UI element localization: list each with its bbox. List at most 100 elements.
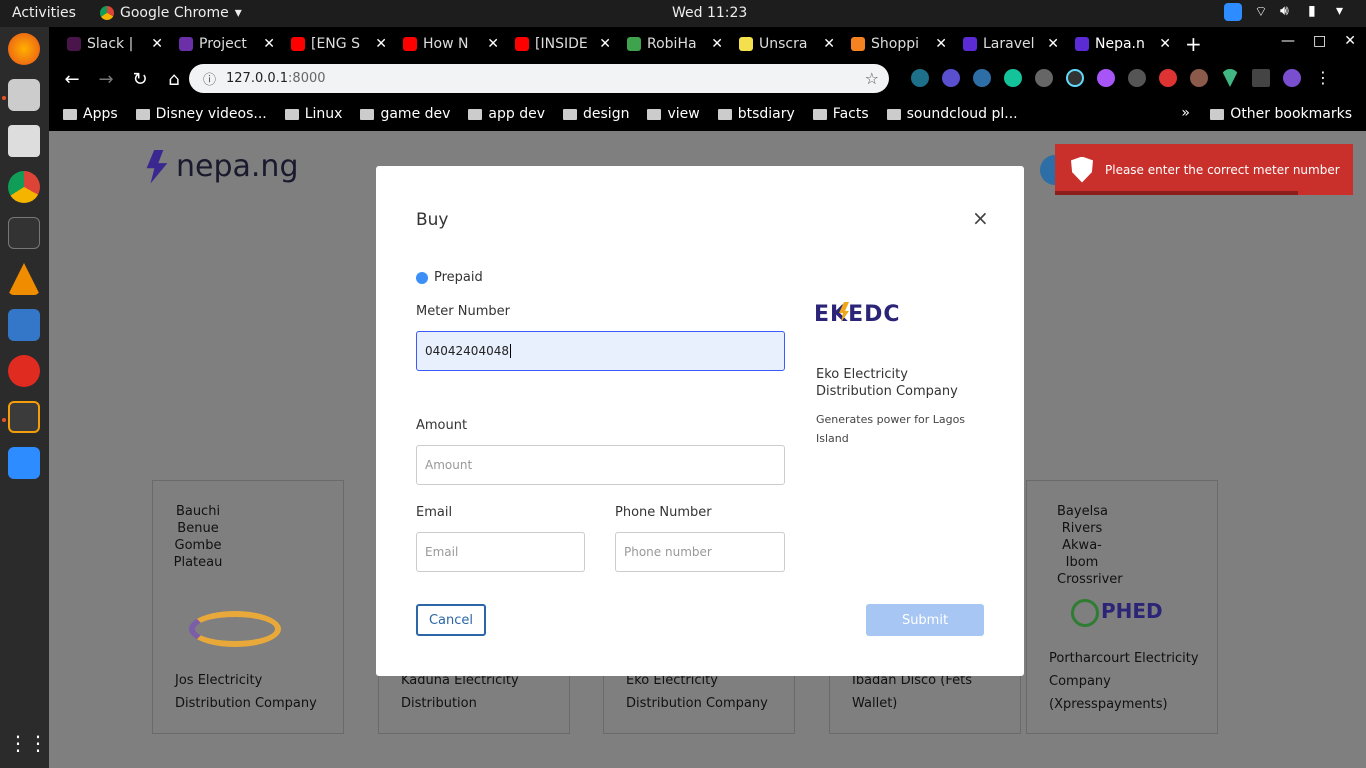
terminal-icon[interactable]	[8, 217, 40, 249]
show-apps-icon[interactable]: ⋮⋮⋮	[8, 727, 68, 759]
volume-icon[interactable]: 🔊︎	[1280, 3, 1298, 21]
chevron-down-icon[interactable]: ▾	[1336, 3, 1354, 21]
back-icon[interactable]: ←	[55, 69, 89, 90]
new-tab-icon[interactable]: +	[1185, 32, 1202, 56]
minimize-icon[interactable]: —	[1281, 33, 1295, 49]
reload-icon[interactable]: ↻	[123, 69, 157, 90]
bookmark-label: design	[583, 106, 630, 122]
state-name: Plateau	[173, 555, 223, 570]
bookmark-star-icon[interactable]: ☆	[865, 69, 879, 88]
extension-icon[interactable]	[942, 69, 960, 87]
phone-number-input[interactable]: Phone number	[615, 532, 785, 572]
tab-close-icon[interactable]: ✕	[1047, 36, 1059, 52]
tab-close-icon[interactable]: ✕	[823, 36, 835, 52]
close-icon[interactable]: ×	[972, 206, 989, 230]
amount-input[interactable]: Amount	[416, 445, 785, 485]
tab-5[interactable]: RobiHa ✕	[621, 29, 733, 59]
tab-close-icon[interactable]: ✕	[375, 36, 387, 52]
more-icon[interactable]: ⋮	[1314, 69, 1332, 87]
cancel-button[interactable]: Cancel	[416, 604, 486, 636]
submit-button[interactable]: Submit	[866, 604, 984, 636]
wifi-icon[interactable]: ⌔	[1252, 3, 1270, 21]
tab-7[interactable]: Shoppi ✕	[845, 29, 957, 59]
extensions: ⋮	[911, 69, 1332, 87]
tab-close-icon[interactable]: ✕	[151, 36, 163, 52]
clock[interactable]: Wed 11:23	[672, 5, 747, 21]
bookmark-item[interactable]: view	[647, 106, 700, 122]
extension-icon[interactable]	[1035, 69, 1053, 87]
files-icon[interactable]	[8, 79, 40, 111]
extension-icon[interactable]	[1190, 69, 1208, 87]
close-window-icon[interactable]: ✕	[1344, 33, 1356, 49]
bookmark-item[interactable]: soundcloud pl...	[886, 106, 1018, 122]
tab-close-icon[interactable]: ✕	[487, 36, 499, 52]
tab-close-icon[interactable]: ✕	[935, 36, 947, 52]
phed-emblem-icon	[1071, 599, 1099, 627]
tab-0[interactable]: Slack | ✕	[61, 29, 173, 59]
zoom-icon[interactable]	[1224, 3, 1242, 21]
sublime-icon[interactable]	[8, 401, 40, 433]
tab-1[interactable]: Project ✕	[173, 29, 285, 59]
bookmarks-overflow-icon[interactable]: »	[1181, 105, 1190, 121]
youtube-music-icon[interactable]	[8, 355, 40, 387]
folder-icon	[886, 108, 901, 120]
vlc-icon[interactable]	[8, 263, 40, 295]
bookmark-item[interactable]: Disney videos...	[135, 106, 267, 122]
extension-icon[interactable]	[973, 69, 991, 87]
state-name: Benue	[177, 521, 219, 536]
tab-close-icon[interactable]: ✕	[599, 36, 611, 52]
bookmark-item[interactable]: Linux	[284, 106, 342, 122]
activities-button[interactable]: Activities	[12, 5, 76, 21]
react-icon[interactable]	[1066, 69, 1084, 87]
maximize-icon[interactable]: □	[1313, 33, 1326, 49]
disco-card[interactable]: Bayelsa Rivers Akwa-Ibom Crossriver PHED Port…	[1026, 480, 1218, 734]
tab-3[interactable]: How N ✕	[397, 29, 509, 59]
system-tray[interactable]: ⌔ 🔊︎ ▮ ▾	[1224, 3, 1354, 21]
extension-icon[interactable]	[911, 69, 929, 87]
tab-2[interactable]: [ENG S ✕	[285, 29, 397, 59]
tab-title: Laravel	[983, 36, 1035, 52]
site-logo[interactable]: nepa.ng	[144, 149, 299, 184]
app-menu[interactable]: Google Chrome ▾	[100, 5, 242, 21]
battery-icon[interactable]: ▮	[1308, 3, 1326, 21]
bookmark-icon[interactable]	[1128, 69, 1146, 87]
zoom-icon[interactable]	[8, 447, 40, 479]
tab-close-icon[interactable]: ✕	[1159, 36, 1171, 52]
tab-close-icon[interactable]: ✕	[263, 36, 275, 52]
bookmark-item[interactable]: btsdiary	[717, 106, 795, 122]
forward-icon[interactable]: →	[89, 69, 123, 90]
bookmark-item[interactable]: design	[563, 106, 629, 122]
address-bar[interactable]: ⓘ 127.0.0.1:8000 ☆	[189, 64, 889, 93]
prepaid-radio[interactable]: Prepaid	[416, 270, 483, 285]
card-states: Bayelsa Rivers Akwa-Ibom Crossriver	[1057, 503, 1123, 588]
home-icon[interactable]: ⌂	[157, 69, 191, 90]
tab-8[interactable]: Laravel ✕	[957, 29, 1069, 59]
profile-avatar[interactable]	[1283, 69, 1301, 87]
vue-icon[interactable]	[1221, 69, 1239, 87]
error-toast[interactable]: Please enter the correct meter number	[1055, 144, 1353, 195]
email-input[interactable]: Email	[416, 532, 585, 572]
bookmark-item[interactable]: Apps	[63, 106, 118, 122]
dark-mode-icon[interactable]	[1097, 69, 1115, 87]
menu-icon[interactable]	[1252, 69, 1270, 87]
disco-card[interactable]: Bauchi Benue Gombe Plateau Jos Electricity D…	[152, 480, 344, 734]
other-bookmarks[interactable]: Other bookmarks	[1210, 106, 1352, 122]
bookmark-item[interactable]: Facts	[812, 106, 869, 122]
info-icon[interactable]: ⓘ	[203, 69, 216, 88]
radio-dot[interactable]	[416, 271, 428, 284]
tab-4[interactable]: [INSIDE ✕	[509, 29, 621, 59]
tab-9[interactable]: Nepa.n ✕	[1069, 29, 1181, 59]
extension-icon[interactable]	[1159, 69, 1177, 87]
chrome-icon[interactable]	[8, 171, 40, 203]
grammarly-icon[interactable]	[1004, 69, 1022, 87]
tab-close-icon[interactable]: ✕	[711, 36, 723, 52]
tab-6[interactable]: Unscra ✕	[733, 29, 845, 59]
email-label: Email	[416, 505, 453, 520]
text-editor-icon[interactable]	[8, 309, 40, 341]
bookmark-item[interactable]: game dev	[360, 106, 450, 122]
bookmark-item[interactable]: app dev	[468, 106, 545, 122]
rhythmbox-icon[interactable]	[8, 125, 40, 157]
firefox-icon[interactable]	[8, 33, 40, 65]
folder-icon	[563, 108, 578, 120]
meter-number-input[interactable]: 04042404048	[416, 331, 785, 371]
